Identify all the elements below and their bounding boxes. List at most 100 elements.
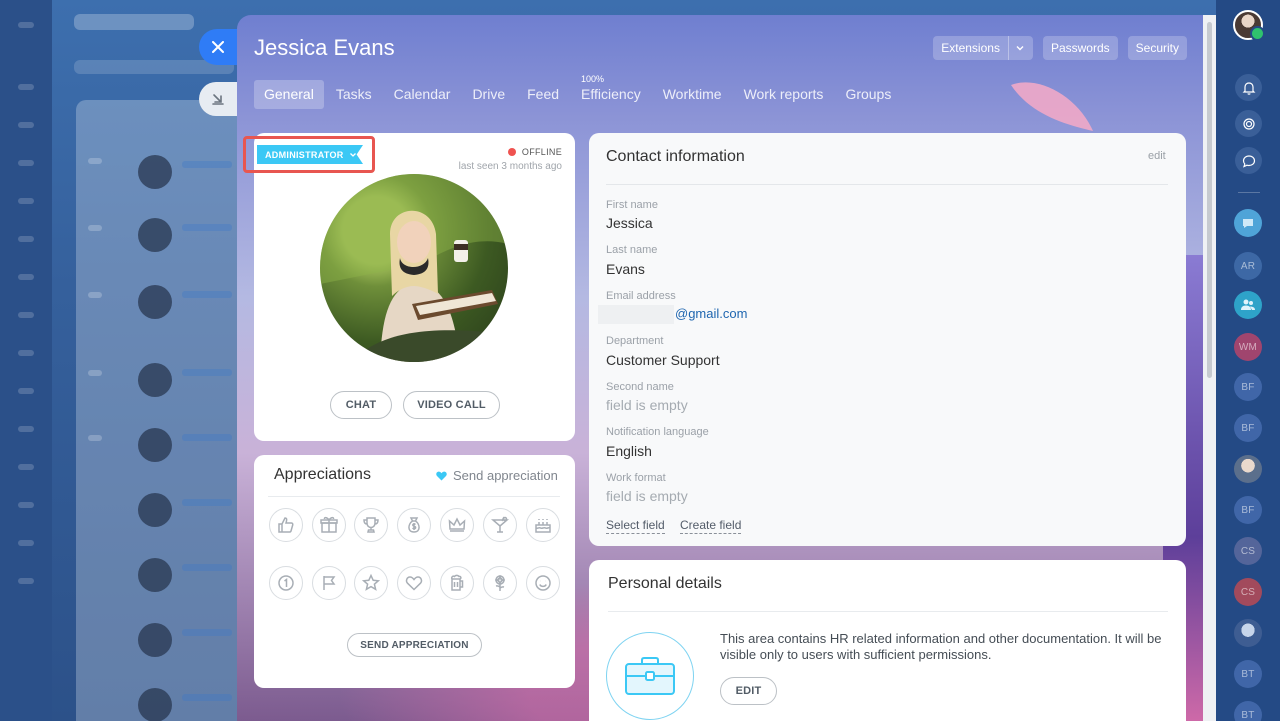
personal-edit-button[interactable]: EDIT (720, 677, 777, 705)
notification-language-value: English (606, 443, 652, 459)
chat-bubble-icon (1242, 154, 1255, 168)
flower-icon (495, 575, 505, 591)
sidebar-chat-general[interactable] (1234, 209, 1262, 237)
number-one-icon (278, 575, 294, 591)
divider (608, 611, 1168, 612)
cocktail-icon (490, 516, 510, 533)
sidebar-avatar-photo[interactable] (1234, 619, 1262, 647)
department-label: Department (606, 335, 664, 347)
close-slider-button[interactable] (199, 29, 237, 65)
profile-avatar[interactable] (320, 174, 508, 362)
copilot-button[interactable] (1235, 110, 1262, 137)
background-row (138, 428, 232, 462)
email-redacted-block (598, 305, 674, 324)
messenger-button[interactable] (1235, 147, 1262, 174)
efficiency-percentage: 100% (581, 74, 605, 84)
tab-general[interactable]: General (254, 80, 324, 109)
badge-star[interactable] (354, 566, 388, 600)
badge-beer[interactable] (440, 566, 474, 600)
profile-top-actions: Extensions Passwords Security (933, 36, 1187, 60)
chevron-down-icon[interactable] (1015, 43, 1025, 53)
first-name-label: First name (606, 199, 658, 211)
send-appreciation-link[interactable]: Send appreciation (436, 468, 558, 483)
tab-tasks[interactable]: Tasks (326, 80, 382, 109)
tab-work-reports[interactable]: Work reports (734, 80, 834, 109)
work-format-value: field is empty (606, 488, 688, 504)
collapse-arrow-icon (212, 94, 224, 105)
cake-icon (535, 519, 551, 533)
tab-efficiency-label: Efficiency (581, 86, 641, 102)
briefcase-icon (625, 657, 675, 695)
email-value[interactable]: @gmail.com (675, 306, 747, 321)
select-field-link[interactable]: Select field (606, 518, 665, 534)
sidebar-group-chat[interactable] (1234, 291, 1262, 319)
offline-dot-icon (507, 148, 516, 156)
badge-trophy[interactable] (354, 508, 388, 542)
sidebar-avatar-bt[interactable]: BT (1234, 701, 1262, 721)
tab-efficiency[interactable]: 100% Efficiency (571, 74, 651, 109)
sidebar-avatar-bf[interactable]: BF (1234, 373, 1262, 401)
sidebar-avatar-cs[interactable]: CS (1234, 537, 1262, 565)
gift-icon (320, 516, 338, 533)
background-row (138, 623, 232, 657)
sidebar-avatar-bf[interactable]: BF (1234, 496, 1262, 524)
create-field-link[interactable]: Create field (680, 518, 742, 534)
extensions-button[interactable]: Extensions (933, 36, 1033, 60)
slider-scrollbar-thumb[interactable] (1207, 22, 1212, 378)
sidebar-avatar-bf[interactable]: BF (1234, 414, 1262, 442)
contact-edit-link[interactable]: edit (1148, 150, 1166, 162)
badge-smile[interactable] (526, 566, 560, 600)
background-row (88, 292, 102, 298)
badge-flower[interactable] (483, 566, 517, 600)
background-row (88, 370, 102, 376)
heart-icon (405, 576, 423, 591)
badge-cocktail[interactable] (483, 508, 517, 542)
email-label: Email address (606, 290, 676, 302)
money-bag-icon (408, 517, 420, 533)
badge-gift[interactable] (312, 508, 346, 542)
last-name-value: Evans (606, 261, 645, 277)
profile-name-title: Jessica Evans (254, 35, 395, 60)
contact-info-card (589, 133, 1186, 546)
department-value: Customer Support (606, 352, 720, 368)
personal-details-title: Personal details (608, 575, 722, 592)
send-appreciation-button[interactable]: SEND APPRECIATION (347, 633, 482, 657)
badge-number-one[interactable] (269, 566, 303, 600)
tab-worktime[interactable]: Worktime (653, 80, 732, 109)
badge-heart[interactable] (397, 566, 431, 600)
badge-flag[interactable] (312, 566, 346, 600)
sidebar-avatar-ar[interactable]: AR (1234, 252, 1262, 280)
background-row (138, 218, 232, 252)
sidebar-avatar-bt[interactable]: BT (1234, 660, 1262, 688)
work-format-label: Work format (606, 472, 666, 484)
crown-icon (448, 517, 466, 532)
tab-calendar[interactable]: Calendar (384, 80, 461, 109)
first-name-value: Jessica (606, 215, 653, 231)
security-button[interactable]: Security (1127, 36, 1187, 60)
sidebar-avatar-cs[interactable]: CS (1234, 578, 1262, 606)
tab-drive[interactable]: Drive (462, 80, 515, 109)
notifications-button[interactable] (1235, 74, 1262, 101)
badge-thumbs-up[interactable] (269, 508, 303, 542)
tab-groups[interactable]: Groups (835, 80, 901, 109)
background-row (88, 225, 102, 231)
badge-cake[interactable] (526, 508, 560, 542)
sidebar-avatar-wm[interactable]: WM (1234, 333, 1262, 361)
background-row (88, 158, 102, 164)
heart-icon (436, 471, 447, 480)
current-user-avatar[interactable] (1233, 10, 1265, 41)
passwords-button[interactable]: Passwords (1042, 36, 1118, 60)
flag-icon (323, 576, 336, 590)
chat-button[interactable]: CHAT (330, 391, 392, 419)
video-call-button[interactable]: VIDEO CALL (403, 391, 500, 419)
bell-icon (1242, 81, 1255, 95)
minimize-slider-button[interactable] (199, 82, 237, 116)
notification-language-label: Notification language (606, 426, 709, 438)
badge-crown[interactable] (440, 508, 474, 542)
sidebar-avatar-photo[interactable] (1234, 455, 1262, 483)
tab-feed[interactable]: Feed (517, 80, 569, 109)
last-name-label: Last name (606, 244, 658, 256)
background-row (138, 558, 232, 592)
second-name-value: field is empty (606, 397, 688, 413)
badge-money-bag[interactable] (397, 508, 431, 542)
